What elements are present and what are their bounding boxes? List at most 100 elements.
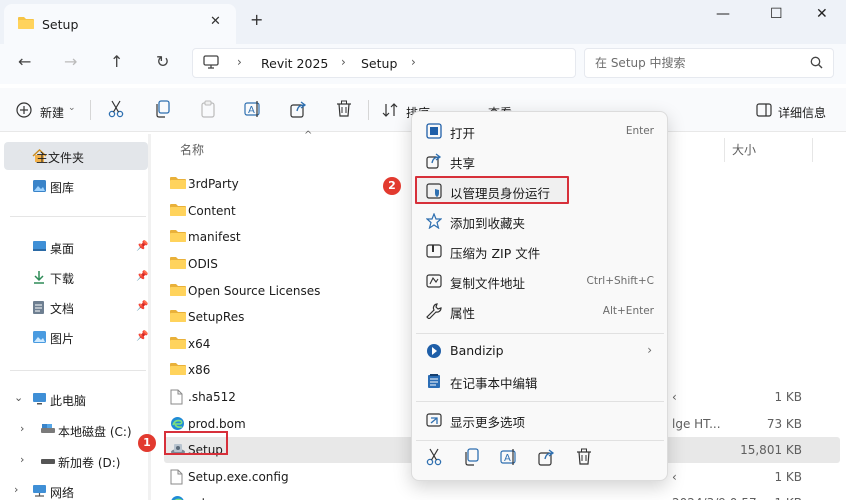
folder-icon: [170, 203, 186, 220]
up-button[interactable]: ↑: [110, 52, 123, 71]
sidebar-divider: [10, 370, 146, 371]
search-icon[interactable]: [810, 56, 823, 72]
maximize-button[interactable]: ☐: [770, 6, 783, 22]
breadcrumb-setup[interactable]: Setup: [361, 56, 397, 71]
tab-setup[interactable]: Setup ✕: [4, 4, 236, 44]
share-icon[interactable]: [538, 448, 556, 469]
search-input[interactable]: [595, 54, 805, 72]
delete-icon[interactable]: [336, 100, 352, 121]
search-box[interactable]: [584, 48, 834, 78]
sidebar-item-pictures[interactable]: 图片 📌: [4, 323, 148, 351]
file-row[interactable]: setup 2024/3/9 0:57 1 KB: [164, 490, 840, 500]
toolbar-divider: [368, 100, 369, 120]
computer-icon: [32, 392, 47, 408]
svg-text:A: A: [504, 453, 511, 464]
sidebar-item-label: 图库: [50, 181, 75, 195]
back-button[interactable]: ←: [18, 52, 31, 71]
rename-icon[interactable]: A: [500, 448, 518, 469]
menu-item-properties[interactable]: 属性 Alt+Enter: [416, 297, 664, 325]
pin-icon[interactable]: 📌: [136, 301, 148, 312]
menu-item-copy-path[interactable]: 复制文件地址 Ctrl+Shift+C: [416, 267, 664, 295]
forward-button[interactable]: →: [64, 52, 77, 71]
menu-item-compress-zip[interactable]: 压缩为 ZIP 文件: [416, 237, 664, 265]
new-button[interactable]: 新建: [40, 104, 64, 121]
minimize-button[interactable]: —: [716, 6, 730, 22]
menu-item-run-as-admin[interactable]: 以管理员身份运行: [415, 176, 569, 204]
folder-icon: [170, 176, 186, 193]
column-divider[interactable]: [812, 138, 813, 162]
close-tab-icon[interactable]: ✕: [210, 14, 221, 29]
file-size: 1 KB: [774, 470, 802, 484]
context-menu: 打开 Enter 共享 以管理员身份运行 添加到收藏夹 压缩为 ZIP 文件 复…: [411, 111, 668, 481]
sidebar-item-network[interactable]: › 网络: [4, 477, 148, 500]
address-bar[interactable]: › Revit 2025 › Setup ›: [192, 48, 576, 78]
copy-icon[interactable]: [154, 100, 170, 121]
folder-icon: [170, 256, 186, 273]
copy-icon[interactable]: [463, 448, 479, 469]
file-type: lge HT...: [672, 417, 721, 431]
breadcrumb-separator[interactable]: ›: [237, 55, 242, 69]
file-type: ‹: [672, 390, 677, 404]
menu-item-label: 共享: [450, 156, 476, 171]
file-icon: [170, 389, 183, 408]
shortcut-label: Ctrl+Shift+C: [586, 275, 654, 287]
sidebar-item-desktop[interactable]: 桌面 📌: [4, 233, 148, 261]
refresh-button[interactable]: ↻: [156, 52, 169, 71]
share-icon[interactable]: [290, 100, 308, 121]
tab-title: Setup: [42, 17, 79, 32]
sidebar-item-label: 图片: [50, 332, 75, 346]
chevron-down-icon[interactable]: ⌄: [14, 391, 23, 404]
column-divider[interactable]: [724, 138, 725, 162]
sidebar-item-drive-c[interactable]: › 本地磁盘 (C:): [4, 416, 148, 444]
menu-item-show-more-options[interactable]: 显示更多选项: [416, 406, 664, 434]
sidebar-item-documents[interactable]: 文档 📌: [4, 293, 148, 321]
new-plus-icon[interactable]: [16, 102, 32, 121]
chevron-right-icon[interactable]: ›: [20, 453, 24, 466]
column-header-size[interactable]: 大小: [732, 141, 756, 171]
new-tab-button[interactable]: +: [250, 10, 263, 29]
file-name: x86: [188, 363, 211, 377]
menu-item-bandizip[interactable]: Bandizip ›: [416, 337, 664, 365]
file-size: 1 KB: [774, 496, 802, 500]
cut-icon[interactable]: [108, 100, 124, 121]
breadcrumb-separator[interactable]: ›: [411, 55, 416, 69]
pin-icon[interactable]: 📌: [136, 241, 148, 252]
chevron-down-icon[interactable]: ⌄: [68, 103, 76, 113]
rename-icon[interactable]: A: [244, 100, 262, 121]
pin-icon[interactable]: 📌: [136, 271, 148, 282]
breadcrumb-revit-2025[interactable]: Revit 2025: [261, 56, 328, 71]
sidebar-item-this-pc[interactable]: ⌄ 此电脑: [4, 385, 148, 413]
menu-item-label: 压缩为 ZIP 文件: [450, 246, 541, 261]
folder-icon: [170, 229, 186, 246]
menu-item-share[interactable]: 共享: [416, 147, 664, 175]
sidebar-item-label: 桌面: [50, 242, 75, 256]
download-icon: [32, 270, 46, 287]
sort-icon[interactable]: [382, 102, 398, 121]
cut-icon[interactable]: [426, 448, 442, 469]
file-name: x64: [188, 337, 211, 351]
file-name: manifest: [188, 230, 241, 244]
file-name: 3rdParty: [188, 177, 239, 191]
column-header-name[interactable]: 名称: [180, 141, 204, 171]
delete-icon[interactable]: [576, 448, 592, 469]
chevron-right-icon[interactable]: ›: [14, 483, 18, 496]
pictures-icon: [32, 330, 47, 347]
menu-item-open[interactable]: 打开 Enter: [416, 117, 664, 145]
close-window-button[interactable]: ✕: [816, 6, 828, 22]
notepad-icon: [426, 373, 442, 392]
sidebar-item-downloads[interactable]: 下载 📌: [4, 263, 148, 291]
menu-item-edit-notepad[interactable]: 在记事本中编辑: [416, 367, 664, 395]
pin-icon[interactable]: 📌: [136, 331, 148, 342]
file-name: Content: [188, 204, 236, 218]
details-button[interactable]: 详细信息: [778, 104, 826, 121]
breadcrumb-separator[interactable]: ›: [341, 55, 346, 69]
paste-icon[interactable]: [200, 100, 216, 121]
details-pane-icon[interactable]: [756, 103, 772, 120]
gallery-icon: [32, 179, 47, 196]
sidebar-item-drive-d[interactable]: › 新加卷 (D:): [4, 447, 148, 475]
sidebar-item-home[interactable]: 主文件夹: [4, 142, 148, 170]
sidebar-item-gallery[interactable]: 图库: [4, 172, 148, 200]
chevron-right-icon[interactable]: ›: [20, 422, 24, 435]
menu-item-add-to-favorites[interactable]: 添加到收藏夹: [416, 207, 664, 235]
folder-icon: [170, 309, 186, 326]
